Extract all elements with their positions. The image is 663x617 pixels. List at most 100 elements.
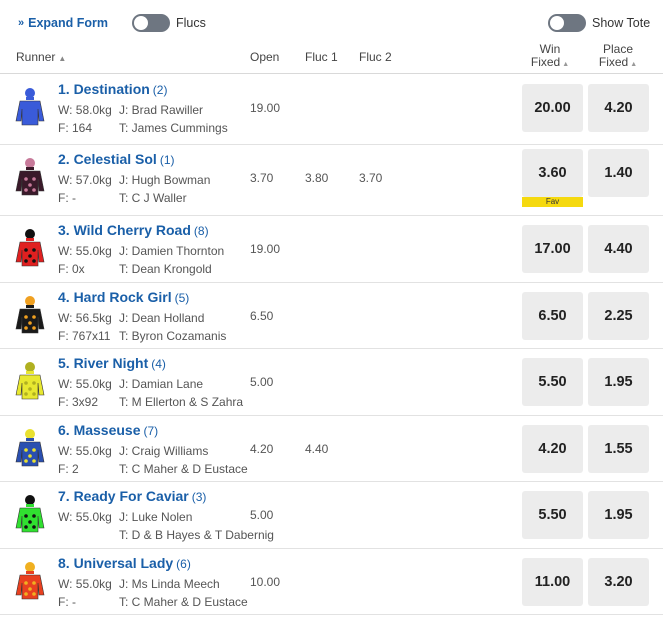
place-fixed-odds-button[interactable]: 4.20 (588, 84, 649, 132)
favourite-badge: Fav (522, 197, 583, 207)
barrier-number: (4) (151, 357, 166, 371)
jockey-silk-icon (14, 295, 46, 335)
runner-row: 8. Universal Lady (6) W: 55.0kg J: Ms Linda… (0, 549, 663, 615)
open-price: 5.00 (250, 508, 274, 522)
runner-name-link[interactable]: 2. Celestial Sol (1) (58, 151, 175, 167)
runner-weight: W: 56.5kg (58, 311, 112, 325)
runner-name-link[interactable]: 5. River Night (4) (58, 355, 166, 371)
runner-trainer: T: C Maher & D Eustace (119, 462, 248, 476)
runner-column-header[interactable]: Runner ▲︎ (16, 50, 66, 64)
place-fixed-odds-button[interactable]: 1.40 (588, 149, 649, 197)
table-header: Runner ▲︎ Open Fluc 1 Fluc 2 Win Fixed ▲ P… (0, 42, 663, 74)
runner-trainer: T: C J Waller (119, 191, 187, 205)
place-fixed-odds-button[interactable]: 1.95 (588, 491, 649, 539)
runner-form: F: 3x92 (58, 395, 99, 409)
fluc2-price: 3.70 (359, 171, 383, 185)
win-fixed-odds-button[interactable]: 11.00 (522, 558, 583, 606)
runner-name-link[interactable]: 6. Masseuse (7) (58, 422, 158, 438)
runner-name-link[interactable]: 1. Destination (2) (58, 81, 167, 97)
runner-trainer: T: M Ellerton & S Zahra (119, 395, 244, 409)
open-price: 19.00 (250, 101, 281, 115)
runner-weight: W: 55.0kg (58, 244, 112, 258)
open-price: 4.20 (250, 442, 274, 456)
win-fixed-odds-button[interactable]: 5.50 (522, 358, 583, 406)
open-price: 3.70 (250, 171, 274, 185)
toggle-knob (550, 16, 564, 30)
runner-name: 2. Celestial Sol (58, 151, 157, 167)
jockey-silk-icon (14, 157, 46, 197)
fluc1-column-header: Fluc 1 (305, 50, 338, 64)
runner-name: 8. Universal Lady (58, 555, 174, 571)
runner-jockey: J: Damien Thornton (119, 244, 225, 258)
runner-row: 2. Celestial Sol (1) W: 57.0kg J: Hugh Bowm… (0, 145, 663, 216)
runner-name-link[interactable]: 7. Ready For Caviar (3) (58, 488, 206, 504)
runner-form: F: - (58, 595, 76, 609)
expand-form-label: Expand Form (28, 16, 108, 30)
win-fixed-odds-button[interactable]: 5.50 (522, 491, 583, 539)
runner-jockey: J: Dean Holland (119, 311, 205, 325)
barrier-number: (1) (159, 153, 175, 167)
runner-jockey: J: Ms Linda Meech (119, 577, 220, 591)
runner-weight: W: 55.0kg (58, 510, 112, 524)
win-fixed-odds-button[interactable]: 3.60 (522, 149, 583, 197)
runner-form: F: 767x11 (58, 329, 111, 343)
runner-form: F: 0x (58, 262, 85, 276)
runner-form: F: - (58, 191, 76, 205)
show-tote-toggle[interactable] (548, 14, 586, 32)
win-fixed-odds-button[interactable]: 20.00 (522, 84, 583, 132)
jockey-silk-icon (14, 561, 46, 601)
place-fixed-odds-button[interactable]: 1.55 (588, 425, 649, 473)
place-fixed-odds-button[interactable]: 2.25 (588, 292, 649, 340)
place-fixed-column-header[interactable]: Place Fixed ▲ (588, 43, 648, 71)
runner-name: 4. Hard Rock Girl (58, 289, 172, 305)
runner-form: F: 2 (58, 462, 79, 476)
toggle-knob (134, 16, 148, 30)
barrier-number: (2) (152, 83, 168, 97)
runner-row: 4. Hard Rock Girl (5) W: 56.5kg J: Dean Hol… (0, 283, 663, 349)
runner-form: F: 164 (58, 121, 93, 135)
win-fixed-odds-button[interactable]: 17.00 (522, 225, 583, 273)
place-fixed-odds-button[interactable]: 4.40 (588, 225, 649, 273)
flucs-toggle[interactable] (132, 14, 170, 32)
runner-trainer: T: Byron Cozamanis (119, 329, 227, 343)
barrier-number: (3) (191, 490, 207, 504)
place-fixed-odds-button[interactable]: 3.20 (588, 558, 649, 606)
runner-name: 6. Masseuse (58, 422, 141, 438)
runner-name-link[interactable]: 3. Wild Cherry Road (8) (58, 222, 209, 238)
jockey-silk-icon (14, 361, 46, 401)
sort-icon: ▲ (562, 61, 570, 68)
runner-name: 5. River Night (58, 355, 149, 371)
runner-weight: W: 58.0kg (58, 103, 112, 117)
win-header-line2: Fixed (530, 55, 561, 69)
open-column-header: Open (250, 50, 280, 64)
show-tote-toggle-group: Show Tote (548, 14, 650, 32)
runner-trainer: T: James Cummings (119, 121, 228, 135)
fluc1-price: 4.40 (305, 442, 329, 456)
win-fixed-odds-button[interactable]: 4.20 (522, 425, 583, 473)
win-fixed-odds-button[interactable]: 6.50 (522, 292, 583, 340)
runner-name: 1. Destination (58, 81, 150, 97)
barrier-number: (5) (174, 291, 190, 305)
runner-weight: W: 55.0kg (58, 444, 112, 458)
place-fixed-odds-button[interactable]: 1.95 (588, 358, 649, 406)
barrier-number: (8) (193, 224, 209, 238)
runner-header-label: Runner (16, 50, 56, 64)
runner-weight: W: 57.0kg (58, 173, 112, 187)
sort-icon: ▲︎ (58, 54, 67, 63)
barrier-number: (6) (176, 557, 191, 571)
open-price: 5.00 (250, 375, 274, 389)
runner-name-link[interactable]: 8. Universal Lady (6) (58, 555, 191, 571)
jockey-silk-icon (14, 87, 46, 127)
runner-name-link[interactable]: 4. Hard Rock Girl (5) (58, 289, 189, 305)
toolbar: » Expand Form Flucs Show Tote (0, 0, 663, 46)
runner-jockey: J: Hugh Bowman (119, 173, 211, 187)
jockey-silk-icon (14, 228, 46, 268)
open-price: 19.00 (250, 242, 281, 256)
win-fixed-column-header[interactable]: Win Fixed ▲ (520, 43, 580, 71)
expand-form-button[interactable]: » Expand Form (18, 16, 108, 30)
runner-row: 3. Wild Cherry Road (8) W: 55.0kg J: Damien… (0, 216, 663, 283)
runner-trainer: T: Dean Krongold (119, 262, 212, 276)
open-price: 10.00 (250, 575, 281, 589)
flucs-toggle-group: Flucs (132, 14, 206, 32)
open-price: 6.50 (250, 309, 274, 323)
